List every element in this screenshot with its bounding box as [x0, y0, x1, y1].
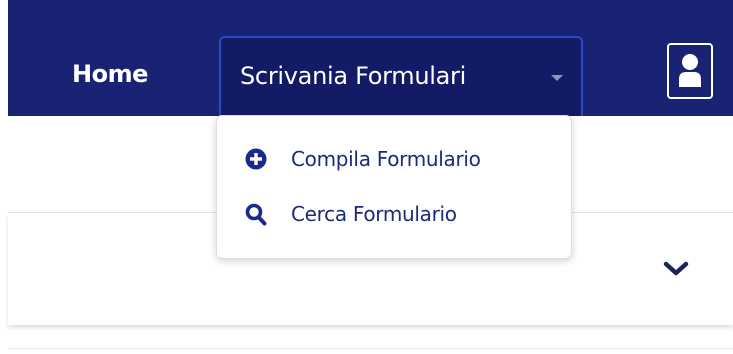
- caret-down-icon: [551, 75, 563, 81]
- plus-circle-icon: [245, 148, 267, 170]
- user-menu-button[interactable]: [667, 43, 713, 99]
- menu-item-label: Compila Formulario: [291, 147, 481, 171]
- nav-home-link[interactable]: Home: [72, 57, 148, 91]
- nav-dropdown-toggle[interactable]: Scrivania Formulari: [219, 36, 583, 116]
- page: Home Scrivania Formulari Compila Formula…: [0, 0, 733, 354]
- nav-dropdown-label: Scrivania Formulari: [240, 62, 466, 90]
- dropdown-menu: Compila Formulario Cerca Formulario: [216, 115, 572, 259]
- menu-item-cerca-formulario[interactable]: Cerca Formulario: [245, 199, 555, 229]
- chevron-down-icon[interactable]: [663, 260, 689, 278]
- search-icon: [245, 203, 267, 226]
- divider: [8, 348, 733, 349]
- user-icon: [679, 54, 701, 87]
- menu-item-compila-formulario[interactable]: Compila Formulario: [245, 144, 555, 174]
- top-navbar: Home Scrivania Formulari: [8, 0, 733, 116]
- menu-item-label: Cerca Formulario: [291, 202, 457, 226]
